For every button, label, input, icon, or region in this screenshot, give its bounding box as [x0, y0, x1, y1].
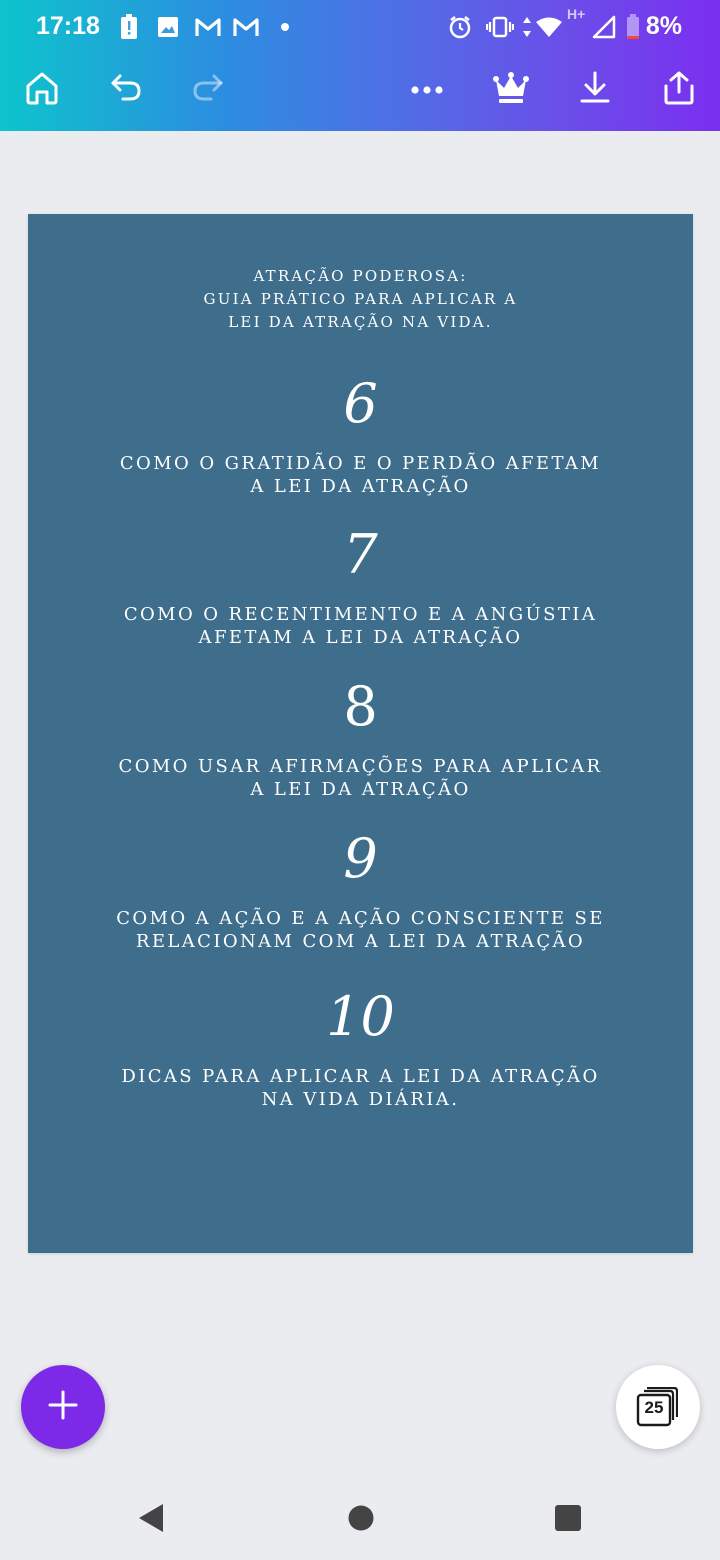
- undo-button[interactable]: [98, 62, 154, 118]
- chapter-10: 10 DICAS PARA APLICAR A LEI DA ATRAÇÃO N…: [28, 987, 693, 1111]
- add-element-button[interactable]: [21, 1365, 105, 1449]
- back-button[interactable]: [121, 1490, 181, 1550]
- chapter-title: COMO O RECENTIMENTO E A ANGÚSTIA AFETAM …: [123, 604, 598, 648]
- pages-button[interactable]: 25: [616, 1365, 700, 1449]
- network-type-label: H+: [567, 6, 586, 22]
- chapter-number: 8: [343, 675, 378, 738]
- page-title: ATRAÇÃO PODEROSA: GUIA PRÁTICO PARA APLI…: [203, 267, 518, 331]
- undo-icon: [108, 70, 144, 110]
- chapter-number: 10: [326, 985, 395, 1048]
- wifi-icon: [535, 14, 563, 40]
- design-page[interactable]: ATRAÇÃO PODEROSA: GUIA PRÁTICO PARA APLI…: [28, 214, 693, 1253]
- share-icon: [661, 70, 697, 110]
- notification-dot-icon: [280, 14, 290, 40]
- more-options-button[interactable]: [399, 62, 455, 118]
- download-button[interactable]: [567, 62, 623, 118]
- chapter-9: 9 COMO A AÇÃO E A AÇÃO CONSCIENTE SE REL…: [28, 829, 693, 953]
- back-icon: [137, 1503, 165, 1537]
- system-nav-bar: [0, 1470, 720, 1560]
- chapter-title: COMO A AÇÃO E A AÇÃO CONSCIENTE SE RELAC…: [116, 908, 605, 952]
- recents-icon: [554, 1504, 582, 1536]
- status-time: 17:18: [36, 12, 100, 40]
- vibrate-icon: [486, 14, 514, 40]
- premium-button[interactable]: [483, 62, 539, 118]
- chapter-title: COMO USAR AFIRMAÇÕES PARA APLICAR A LEI …: [118, 756, 603, 800]
- download-icon: [577, 70, 613, 110]
- home-circle-icon: [347, 1504, 375, 1536]
- plus-icon: [47, 1389, 79, 1425]
- battery-icon: [626, 14, 640, 40]
- editor-toolbar: [0, 62, 720, 118]
- chapter-number: 6: [343, 372, 378, 435]
- status-bar: 17:18 H+ 8%: [0, 0, 720, 55]
- chapter-7: 7 COMO O RECENTIMENTO E A ANGÚSTIA AFETA…: [28, 525, 693, 649]
- home-button[interactable]: [14, 62, 70, 118]
- share-button[interactable]: [651, 62, 707, 118]
- more-icon: [409, 81, 445, 100]
- redo-icon: [190, 70, 226, 110]
- battery-alert-icon: [120, 14, 138, 40]
- crown-icon: [492, 71, 530, 109]
- recents-button[interactable]: [538, 1490, 598, 1550]
- top-bar: 17:18 H+ 8%: [0, 0, 720, 131]
- signal-icon: [592, 14, 616, 40]
- gmail-icon-2: [232, 14, 260, 40]
- image-notification-icon: [157, 14, 179, 40]
- gmail-icon: [194, 14, 222, 40]
- page-count: 25: [644, 1398, 664, 1417]
- chapter-8: 8 COMO USAR AFIRMAÇÕES PARA APLICAR A LE…: [28, 677, 693, 801]
- data-arrows-icon: [522, 14, 532, 40]
- chapter-title: DICAS PARA APLICAR A LEI DA ATRAÇÃO NA V…: [121, 1066, 600, 1110]
- redo-button[interactable]: [180, 62, 236, 118]
- chapter-title: COMO O GRATIDÃO E O PERDÃO AFETAM A LEI …: [119, 453, 602, 497]
- battery-percent: 8%: [645, 12, 682, 40]
- alarm-icon: [448, 14, 472, 40]
- home-nav-button[interactable]: [331, 1490, 391, 1550]
- chapter-number: 9: [343, 827, 378, 890]
- home-icon: [24, 70, 60, 110]
- chapter-6: 6 COMO O GRATIDÃO E O PERDÃO AFETAM A LE…: [28, 374, 693, 498]
- chapter-number: 7: [343, 523, 378, 586]
